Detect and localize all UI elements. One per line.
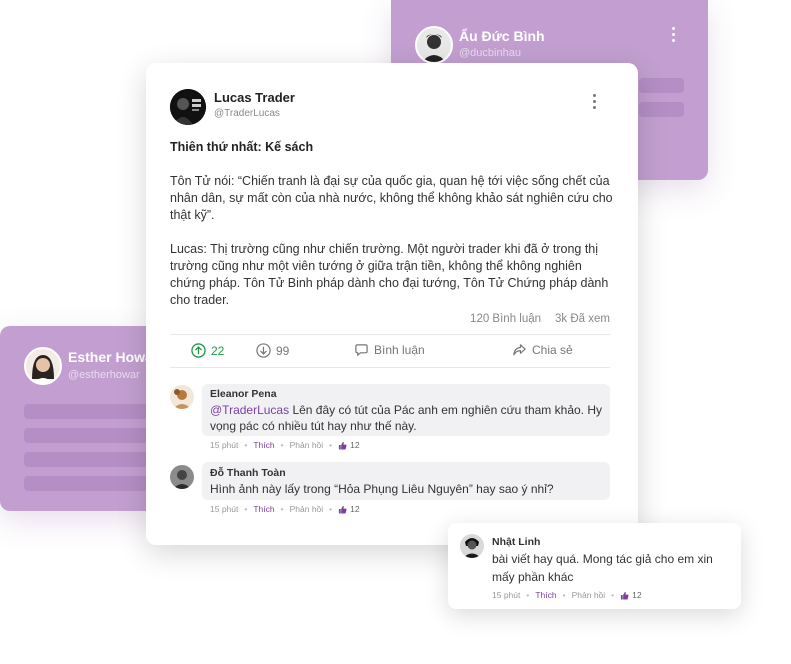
reply-button[interactable]: Phản hồi — [572, 590, 606, 600]
comment-text: Hình ảnh này lấy trong “Hỏa Phụng Liêu N… — [210, 482, 554, 496]
separator-dot: • — [280, 440, 284, 450]
profile-name: Ẩu Đức Bình — [459, 28, 545, 44]
separator-dot: • — [611, 590, 615, 600]
like-button[interactable]: Thích — [253, 504, 274, 514]
share-icon — [513, 344, 526, 356]
arrow-down-circle-icon — [256, 343, 271, 358]
placeholder-bar — [24, 428, 154, 443]
profile-handle: @estherhowar — [68, 369, 140, 381]
background-profile-card-left: Esther Howa @estherhowar — [0, 326, 160, 511]
comments-count[interactable]: 120 Bình luận — [470, 313, 541, 325]
separator-dot: • — [526, 590, 530, 600]
views-count: 3k Đã xem — [555, 313, 610, 325]
comment-meta: 15 phút • Thích • Phản hồi • 12 — [210, 504, 360, 514]
share-button[interactable]: Chia sẻ — [512, 343, 573, 357]
mention-link[interactable]: @TraderLucas — [210, 403, 289, 417]
share-label: Chia sẻ — [532, 343, 573, 357]
more-options-icon[interactable] — [593, 94, 597, 112]
commenter-avatar[interactable] — [170, 465, 194, 489]
author-avatar[interactable] — [170, 89, 206, 125]
avatar — [24, 347, 62, 385]
comment-time: 15 phút — [210, 504, 239, 514]
comment-time: 15 phút — [492, 590, 521, 600]
profile-name: Esther Howa — [68, 349, 153, 365]
comment-icon — [355, 344, 368, 357]
separator-dot: • — [329, 504, 333, 514]
floating-comment-card: Nhật Linh bài viết hay quá. Mong tác giả… — [448, 523, 741, 609]
upvote-button[interactable]: 22 — [191, 343, 224, 358]
separator-dot: • — [280, 504, 284, 514]
comment-text: bài viết hay quá. Mong tác giả cho em xi… — [492, 552, 713, 584]
author-name[interactable]: Lucas Trader — [214, 90, 295, 105]
comment-meta: 15 phút • Thích • Phản hồi • 12 — [492, 590, 642, 600]
placeholder-bar — [24, 476, 154, 491]
post-stats: 120 Bình luận 3k Đã xem — [470, 313, 610, 325]
arrow-up-circle-icon — [191, 343, 206, 358]
downvote-button[interactable]: 99 — [256, 343, 289, 358]
like-button[interactable]: Thích — [535, 590, 556, 600]
divider — [170, 367, 610, 368]
separator-dot: • — [244, 504, 248, 514]
divider — [170, 334, 610, 335]
commenter-name[interactable]: Đỗ Thanh Toàn — [210, 467, 286, 479]
author-handle: @TraderLucas — [214, 108, 280, 119]
comment-button[interactable]: Bình luận — [354, 343, 425, 357]
downvote-count: 99 — [276, 343, 290, 358]
comment-text: @TraderLucas Lên đây có tút của Pác anh … — [210, 402, 604, 434]
profile-handle: @ducbinhau — [459, 47, 521, 59]
comment-label: Bình luận — [374, 343, 425, 357]
post-card: Lucas Trader @TraderLucas Thiên thứ nhất… — [146, 63, 638, 545]
avatar — [415, 26, 453, 64]
commenter-avatar[interactable] — [460, 534, 484, 558]
placeholder-bar — [24, 452, 154, 467]
commenter-name[interactable]: Eleanor Pena — [210, 388, 277, 400]
like-count: 12 — [620, 590, 642, 600]
like-count: 12 — [338, 504, 360, 514]
like-button[interactable]: Thích — [253, 440, 274, 450]
thumbs-up-icon — [339, 441, 347, 450]
post-title: Thiên thứ nhất: Kế sách — [170, 140, 314, 154]
placeholder-bar — [639, 102, 684, 117]
post-paragraph: Lucas: Thị trường cũng như chiến trường.… — [170, 242, 609, 307]
thumbs-up-icon — [339, 505, 347, 514]
comment-meta: 15 phút • Thích • Phản hồi • 12 — [210, 440, 360, 450]
separator-dot: • — [562, 590, 566, 600]
placeholder-bar — [639, 78, 684, 93]
commenter-avatar[interactable] — [170, 385, 194, 409]
placeholder-bar — [24, 404, 154, 419]
thumbs-up-icon — [621, 591, 629, 600]
post-paragraph: Tôn Tử nói: “Chiến tranh là đại sự của q… — [170, 174, 613, 222]
reply-button[interactable]: Phản hồi — [290, 504, 324, 514]
commenter-name[interactable]: Nhật Linh — [492, 536, 540, 548]
upvote-count: 22 — [211, 343, 225, 358]
separator-dot: • — [244, 440, 248, 450]
like-count: 12 — [338, 440, 360, 450]
more-icon[interactable] — [672, 27, 676, 45]
separator-dot: • — [329, 440, 333, 450]
comment-time: 15 phút — [210, 440, 239, 450]
reply-button[interactable]: Phản hồi — [290, 440, 324, 450]
